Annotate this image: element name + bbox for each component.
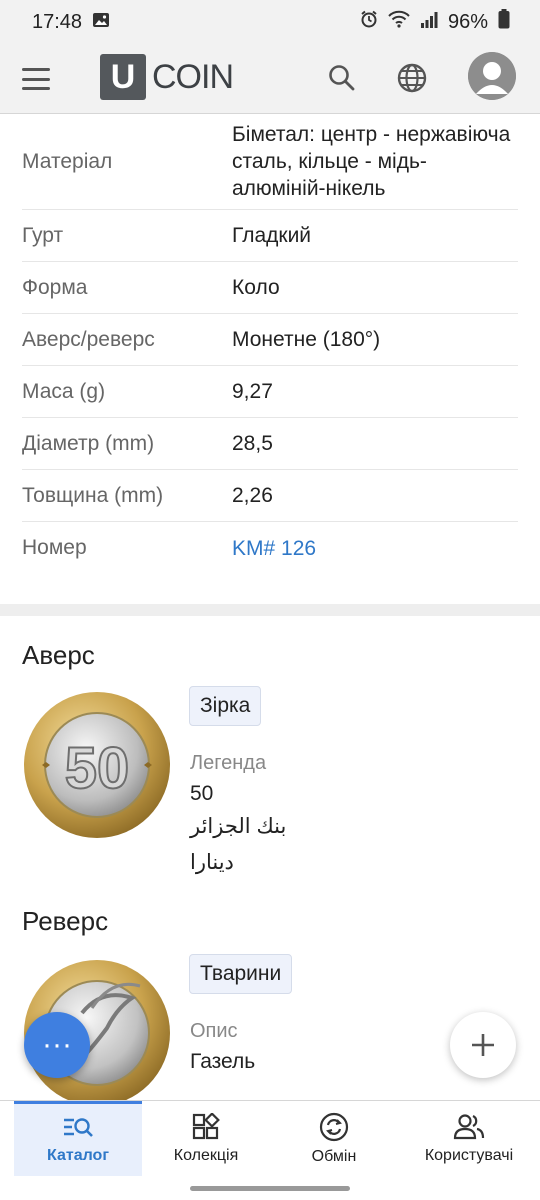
catalog-search-icon [64, 1118, 93, 1137]
spec-value: Монетне (180°) [232, 328, 381, 351]
battery-icon [498, 9, 510, 35]
spec-row-thickness: Товщина (mm) 2,26 [22, 470, 518, 522]
legend-line: دينارا [190, 851, 234, 874]
spec-row-weight: Маса (g) 9,27 [22, 366, 518, 418]
spec-row-material: Матеріал Біметал: центр - нержавіюча ста… [22, 114, 518, 210]
obverse-tag-chip[interactable]: Зірка [189, 686, 262, 726]
nav-label: Обмін [311, 1147, 357, 1165]
search-icon[interactable] [326, 62, 358, 99]
description-text: Газель [190, 1050, 256, 1073]
more-dots-icon: ··· [42, 1028, 72, 1061]
exchange-sync-icon [319, 1112, 349, 1141]
spec-label: Товщина (mm) [22, 483, 164, 507]
spec-label: Аверс/реверс [22, 327, 155, 351]
logo-letter: U [100, 54, 146, 100]
menu-icon[interactable] [22, 68, 50, 90]
spec-value: Біметал: центр - нержавіюча сталь, кільц… [232, 123, 511, 200]
nav-item-exchange[interactable]: Обмін [270, 1101, 398, 1176]
obverse-coin-image[interactable]: 50 [22, 690, 172, 840]
legend-label: Легенда [190, 752, 267, 774]
reverse-title: Реверс [22, 906, 109, 936]
spec-value: Коло [232, 276, 280, 299]
spec-value: 28,5 [232, 432, 273, 455]
spec-label: Номер [22, 536, 87, 559]
spec-row-alignment: Аверс/реверс Монетне (180°) [22, 314, 518, 366]
plus-icon [472, 1034, 494, 1056]
signal-icon [420, 11, 438, 34]
user-avatar[interactable] [468, 52, 516, 100]
nav-item-catalog[interactable]: Каталог [14, 1101, 142, 1176]
add-button[interactable] [450, 1012, 516, 1078]
nav-label: Колекція [173, 1146, 239, 1164]
spec-row-shape: Форма Коло [22, 262, 518, 314]
spec-row-number: Номер KM# 126 [22, 522, 518, 574]
spec-label: Форма [22, 275, 88, 299]
legend-line: 50 [190, 782, 214, 805]
user-silhouette-icon [468, 52, 516, 100]
users-icon [453, 1113, 485, 1139]
app-bar: U COIN [0, 44, 540, 114]
gallery-notification-icon [92, 11, 110, 34]
more-options-button[interactable]: ··· [24, 1012, 90, 1078]
language-globe-icon[interactable] [396, 62, 428, 99]
svg-text:50: 50 [65, 736, 130, 801]
legend-line: بنك الجزائر [190, 815, 287, 838]
spec-value: 9,27 [232, 380, 273, 403]
spec-label: Маса (g) [22, 379, 106, 403]
alarm-icon [360, 10, 378, 34]
collection-grid-icon [192, 1112, 220, 1139]
status-time: 17:48 [32, 10, 83, 33]
spec-value: 2,26 [232, 484, 273, 507]
spec-value: Гладкий [232, 224, 312, 247]
nav-item-collection[interactable]: Колекція [142, 1101, 270, 1176]
reverse-tag-chip[interactable]: Тварини [189, 954, 293, 994]
status-bar: 17:48 96% [0, 0, 540, 44]
logo-text: COIN [152, 57, 234, 96]
spec-row-edge: Гурт Гладкий [22, 210, 518, 262]
section-divider [0, 604, 540, 616]
spec-label: Гурт [22, 223, 64, 247]
spec-label: Матеріал [22, 149, 113, 173]
spec-row-diameter: Діаметр (mm) 28,5 [22, 418, 518, 470]
obverse-title: Аверс [22, 640, 95, 670]
nav-label: Користувачі [424, 1146, 514, 1164]
home-indicator[interactable] [190, 1186, 350, 1191]
coin-specs-table: Матеріал Біметал: центр - нержавіюча ста… [0, 114, 540, 574]
nav-label: Каталог [47, 1147, 109, 1164]
bottom-navigation: Каталог Колекція Обмін Користувачі [0, 1100, 540, 1176]
description-label: Опис [190, 1020, 238, 1042]
spec-label: Діаметр (mm) [22, 431, 155, 455]
nav-item-users[interactable]: Користувачі [398, 1101, 540, 1176]
ucoin-logo[interactable]: U COIN [100, 54, 234, 100]
wifi-icon [388, 10, 410, 34]
battery-percent: 96% [447, 10, 488, 33]
km-number-link[interactable]: KM# 126 [232, 535, 518, 562]
